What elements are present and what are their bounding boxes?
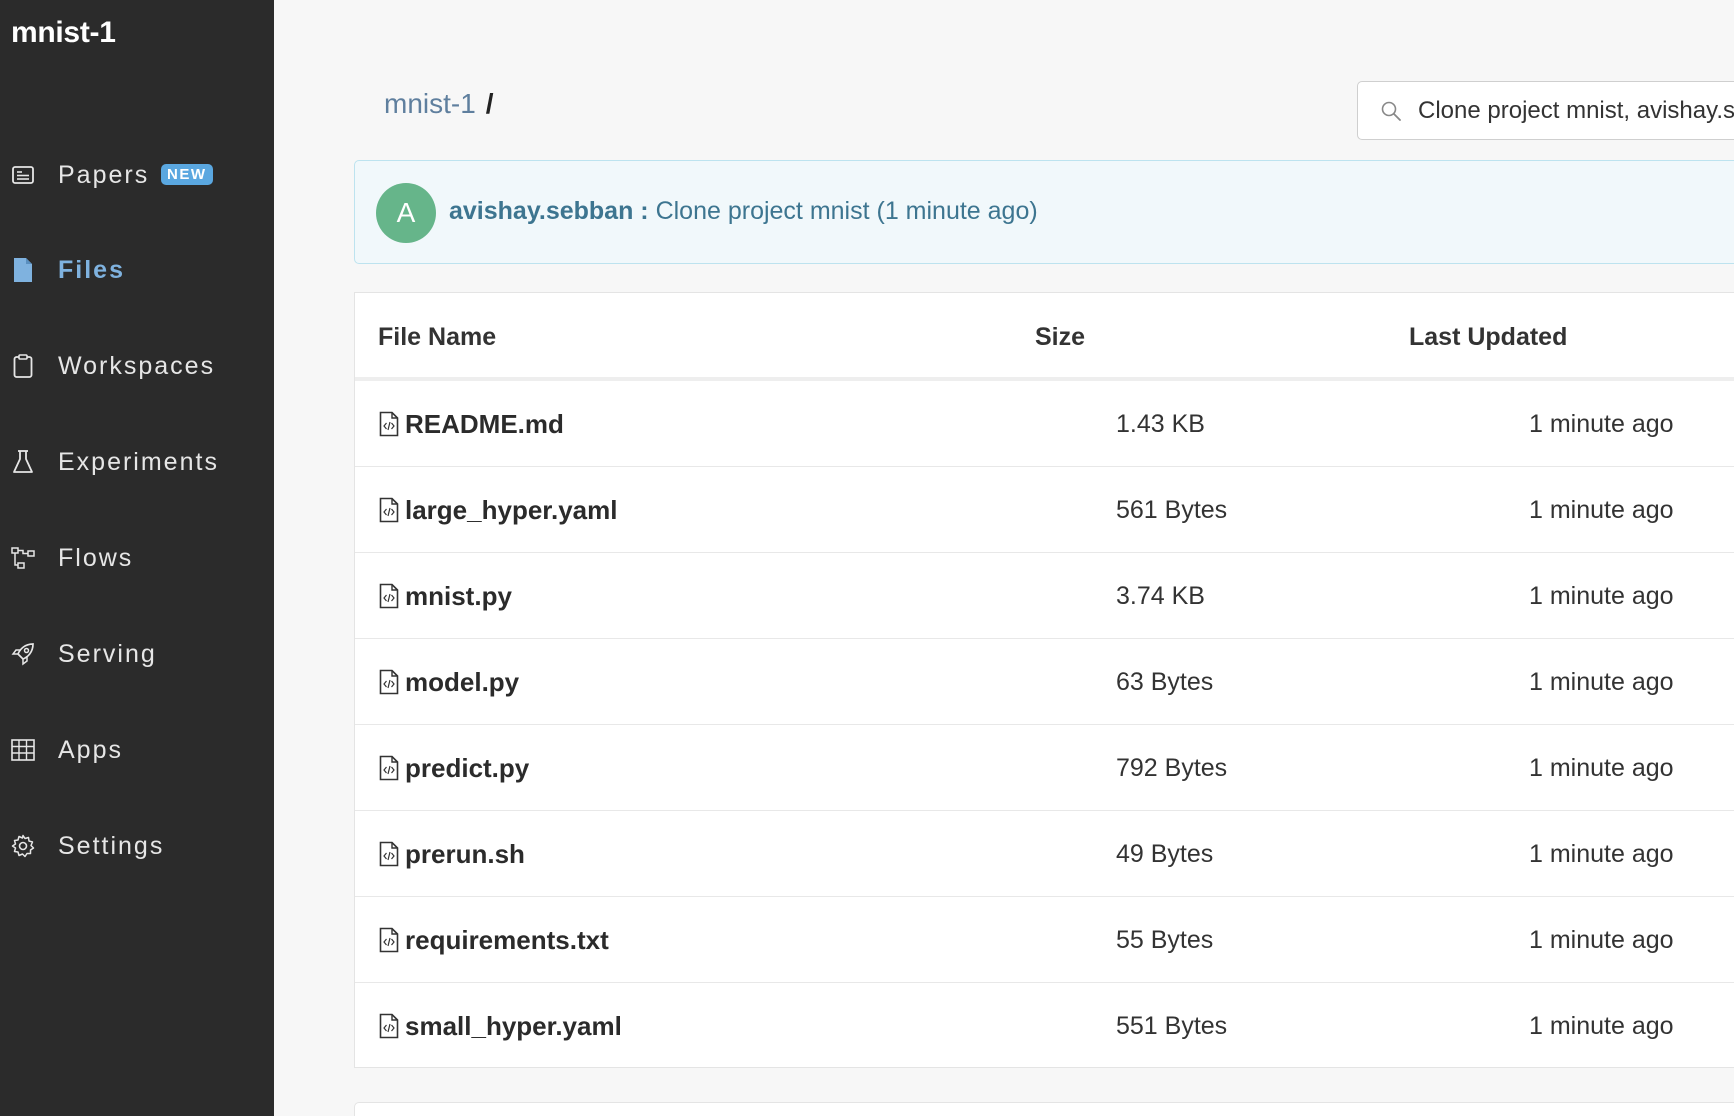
file-size: 3.74 KB <box>1116 582 1205 610</box>
file-name-link[interactable]: predict.py <box>405 753 529 784</box>
new-badge: NEW <box>161 164 213 185</box>
table-row[interactable]: requirements.txt 55 Bytes 1 minute ago <box>355 897 1734 983</box>
file-last-updated: 1 minute ago <box>1529 926 1674 954</box>
table-body: README.md 1.43 KB 1 minute ago large_hyper.… <box>355 381 1734 1067</box>
file-name-link[interactable]: prerun.sh <box>405 839 525 870</box>
grid-icon <box>10 737 36 763</box>
sidebar-item-flows[interactable]: Flows <box>0 528 274 588</box>
file-size: 1.43 KB <box>1116 410 1205 438</box>
search-box[interactable] <box>1357 81 1734 140</box>
sidebar-item-experiments[interactable]: Experiments <box>0 432 274 492</box>
file-last-updated: 1 minute ago <box>1529 496 1674 524</box>
file-size: 792 Bytes <box>1116 754 1228 782</box>
column-header-name[interactable]: File Name <box>378 323 496 352</box>
sidebar-item-files[interactable]: Files <box>0 240 274 300</box>
table-row[interactable]: README.md 1.43 KB 1 minute ago <box>355 381 1734 467</box>
file-last-updated: 1 minute ago <box>1529 840 1674 868</box>
code-file-icon <box>379 411 399 437</box>
code-file-icon <box>379 841 399 867</box>
sidebar-item-papers[interactable]: Papers NEW <box>0 145 274 205</box>
latest-commit-banner: A avishay.sebban : Clone project mnist (… <box>354 160 1734 264</box>
sidebar-item-label: Serving <box>58 639 157 668</box>
code-file-icon <box>379 1013 399 1039</box>
flask-icon <box>10 449 36 475</box>
file-last-updated: 1 minute ago <box>1529 582 1674 610</box>
readme-card <box>354 1102 1734 1116</box>
sidebar-item-label: Flows <box>58 543 134 572</box>
file-last-updated: 1 minute ago <box>1529 668 1674 696</box>
table-row[interactable]: large_hyper.yaml 561 Bytes 1 minute ago <box>355 467 1734 553</box>
file-last-updated: 1 minute ago <box>1529 410 1674 438</box>
file-size: 49 Bytes <box>1116 840 1214 868</box>
file-size: 561 Bytes <box>1116 496 1228 524</box>
avatar: A <box>376 183 436 243</box>
file-size: 551 Bytes <box>1116 1012 1228 1040</box>
papers-icon <box>10 162 36 188</box>
code-file-icon <box>379 669 399 695</box>
search-input[interactable] <box>1418 96 1734 125</box>
sidebar-item-label: Settings <box>58 831 165 860</box>
code-file-icon <box>379 755 399 781</box>
project-title: mnist-1 <box>11 16 116 49</box>
commit-message: avishay.sebban : Clone project mnist (1 … <box>449 197 1038 226</box>
sidebar-item-settings[interactable]: Settings <box>0 816 274 876</box>
file-last-updated: 1 minute ago <box>1529 754 1674 782</box>
file-name-link[interactable]: README.md <box>405 409 564 440</box>
table-row[interactable]: prerun.sh 49 Bytes 1 minute ago <box>355 811 1734 897</box>
file-table: File Name Size Last Updated README.md 1.4… <box>354 292 1734 1068</box>
table-header: File Name Size Last Updated <box>355 293 1734 381</box>
sidebar-item-workspaces[interactable]: Workspaces <box>0 336 274 396</box>
file-name-link[interactable]: large_hyper.yaml <box>405 495 617 526</box>
sidebar: mnist-1 Papers NEW Files Workspaces Expe… <box>0 0 274 1116</box>
flow-icon <box>10 545 36 571</box>
search-icon <box>1380 98 1406 124</box>
file-name-link[interactable]: mnist.py <box>405 581 512 612</box>
sidebar-item-label: Workspaces <box>58 351 216 380</box>
breadcrumb-separator: / <box>485 88 494 119</box>
table-row[interactable]: model.py 63 Bytes 1 minute ago <box>355 639 1734 725</box>
code-file-icon <box>379 583 399 609</box>
gear-icon <box>10 833 36 859</box>
code-file-icon <box>379 497 399 523</box>
column-header-updated[interactable]: Last Updated <box>1409 323 1567 352</box>
rocket-icon <box>10 641 36 667</box>
file-name-link[interactable]: model.py <box>405 667 519 698</box>
sidebar-item-label: Experiments <box>58 447 219 476</box>
file-size: 63 Bytes <box>1116 668 1214 696</box>
file-size: 55 Bytes <box>1116 926 1214 954</box>
main-content: mnist-1 / A avishay.sebban : Clone proje… <box>274 0 1734 1116</box>
sidebar-item-apps[interactable]: Apps <box>0 720 274 780</box>
commit-text: Clone project mnist (1 minute ago) <box>655 197 1038 225</box>
table-row[interactable]: small_hyper.yaml 551 Bytes 1 minute ago <box>355 983 1734 1067</box>
sidebar-item-label: Apps <box>58 735 123 764</box>
sidebar-item-label: Files <box>58 255 125 284</box>
code-file-icon <box>379 927 399 953</box>
file-name-link[interactable]: small_hyper.yaml <box>405 1011 622 1042</box>
breadcrumb: mnist-1 / <box>384 88 494 120</box>
table-row[interactable]: mnist.py 3.74 KB 1 minute ago <box>355 553 1734 639</box>
file-name-link[interactable]: requirements.txt <box>405 925 609 956</box>
column-header-size[interactable]: Size <box>1035 323 1085 352</box>
commit-author[interactable]: avishay.sebban : <box>449 197 649 225</box>
file-icon <box>10 257 36 283</box>
sidebar-item-serving[interactable]: Serving <box>0 624 274 684</box>
file-last-updated: 1 minute ago <box>1529 1012 1674 1040</box>
clipboard-icon <box>10 353 36 379</box>
table-row[interactable]: predict.py 792 Bytes 1 minute ago <box>355 725 1734 811</box>
sidebar-item-label: Papers <box>58 160 150 189</box>
breadcrumb-project-link[interactable]: mnist-1 <box>384 88 476 120</box>
